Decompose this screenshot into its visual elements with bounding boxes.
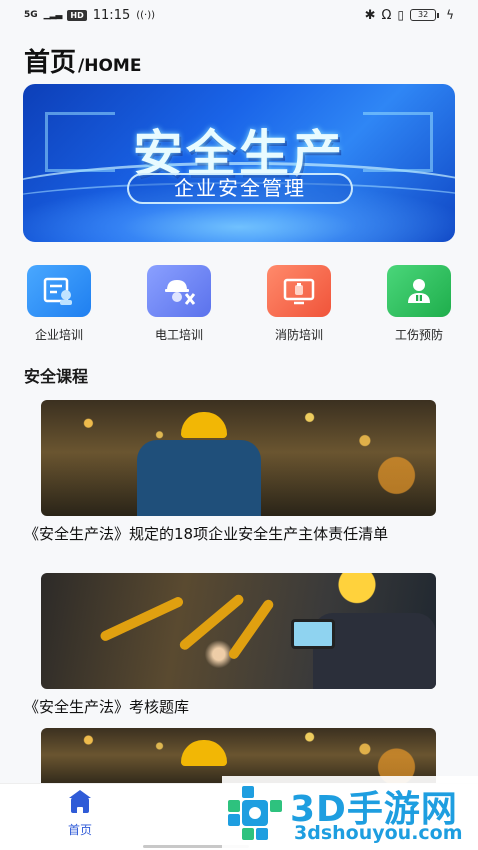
tablet — [291, 619, 335, 649]
section-title: 安全课程 — [24, 367, 89, 386]
enterprise-training-icon — [27, 265, 91, 317]
signal-indicator: 5G — [24, 9, 38, 20]
electrician-icon — [147, 265, 211, 317]
banner-subtitle: 企业安全管理 — [127, 173, 353, 204]
quick-entry-label: 工伤预防 — [394, 328, 443, 342]
course-thumbnail[interactable] — [41, 400, 436, 516]
course-thumbnail[interactable] — [41, 573, 436, 689]
robot-arm — [98, 595, 185, 643]
nav-home-tab[interactable]: 首页 — [58, 790, 102, 838]
status-bar: 5G ▁▂▃ HD 11:15 ((·)) ✱ Ω ▯ 32 ϟ — [0, 0, 478, 30]
worker-figure — [137, 440, 261, 516]
status-left: 5G ▁▂▃ HD 11:15 ((·)) — [24, 8, 155, 23]
watermark-logo-icon — [228, 786, 282, 840]
vibrate-icon: ▯ — [397, 8, 405, 22]
page-title-zh: 首页 — [24, 48, 77, 78]
quick-entry-electrician-training[interactable]: 电工培训 — [139, 265, 219, 343]
injury-prevention-icon — [387, 265, 451, 317]
signal-bars-icon: ▁▂▃ — [43, 10, 63, 20]
clock: 11:15 — [92, 7, 131, 23]
course-title[interactable]: 《安全生产法》规定的18项企业安全生产主体责任清单 — [24, 525, 459, 544]
quick-entry-enterprise-training[interactable]: 企业培训 — [19, 265, 99, 343]
quick-entry-fire-training[interactable]: 消防培训 — [259, 265, 339, 343]
battery-indicator: 32 — [410, 9, 440, 21]
page-title: 首页 /HOME — [24, 42, 141, 79]
quick-entry-label: 消防培训 — [274, 328, 323, 342]
hard-hat — [181, 412, 227, 438]
home-icon — [69, 790, 91, 813]
nav-home-label: 首页 — [67, 823, 92, 837]
hero-banner[interactable]: 安全生产 企业安全管理 — [23, 84, 455, 242]
watermark: 3D手游网 3dshouyou.com — [222, 776, 478, 850]
hotspot-icon: ((·)) — [136, 9, 156, 21]
quick-entry-label: 电工培训 — [154, 328, 203, 342]
hard-hat — [181, 740, 227, 766]
quick-entry-label: 企业培训 — [34, 328, 83, 342]
headphones-icon: Ω — [381, 7, 392, 23]
charging-icon: ϟ — [446, 8, 454, 22]
quick-entry-injury-prevention[interactable]: 工伤预防 — [379, 265, 459, 343]
page-title-en: /HOME — [78, 56, 142, 76]
hd-badge: HD — [67, 9, 87, 21]
fire-training-icon — [267, 265, 331, 317]
course-title[interactable]: 《安全生产法》考核题库 — [24, 698, 459, 717]
watermark-url: 3dshouyou.com — [294, 822, 463, 844]
status-right: ✱ Ω ▯ 32 ϟ — [365, 8, 454, 23]
bluetooth-icon: ✱ — [364, 7, 376, 23]
quick-entries: 企业培训 电工培训 消防培训 工伤预防 — [23, 265, 455, 345]
